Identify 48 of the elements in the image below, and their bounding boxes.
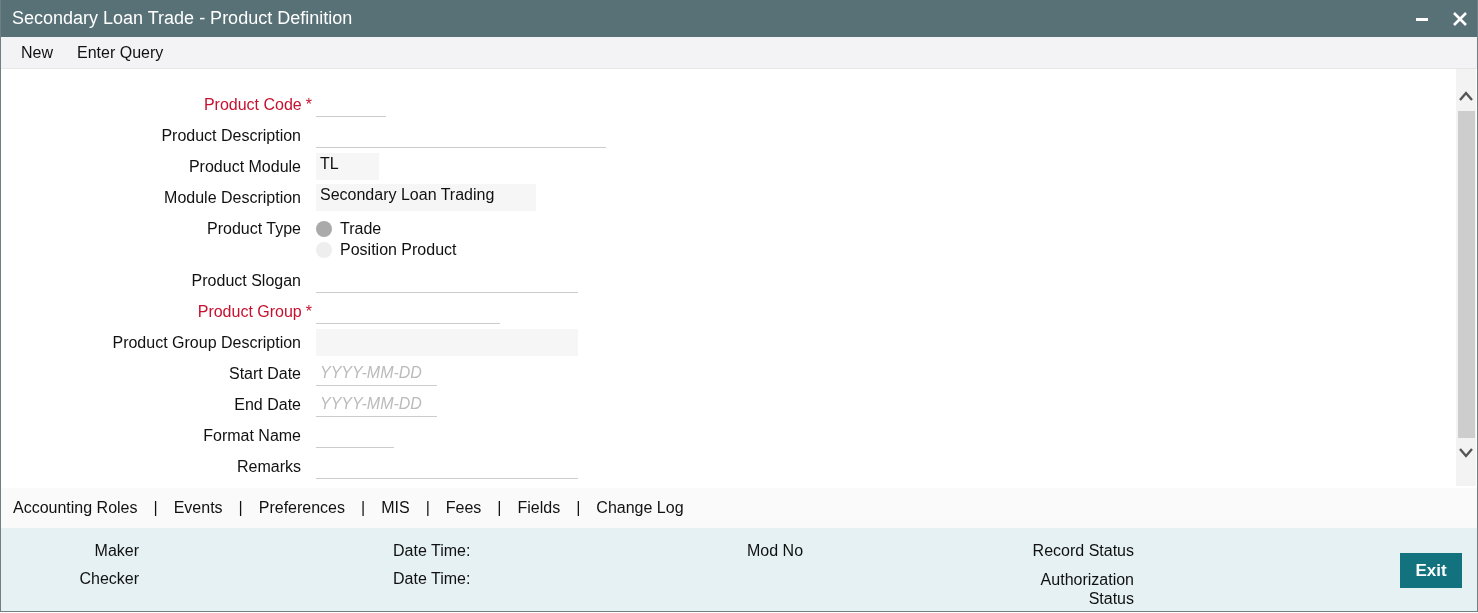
subsystem-link[interactable]: Change Log bbox=[596, 499, 684, 517]
subsystem-link[interactable]: Preferences bbox=[258, 499, 345, 517]
required-mark: * bbox=[305, 96, 312, 114]
audit-label: Date Time: bbox=[393, 570, 472, 589]
separator: | bbox=[497, 499, 502, 517]
readonly-field: TL bbox=[316, 153, 379, 180]
field-label: Remarks bbox=[237, 458, 301, 476]
audit-label: Date Time: bbox=[393, 542, 472, 560]
subsystem-link[interactable]: Events bbox=[173, 499, 223, 517]
audit-label: Record Status bbox=[1031, 542, 1134, 560]
scroll-up-icon[interactable] bbox=[1459, 91, 1473, 101]
field-label: Product Description bbox=[161, 127, 301, 145]
separator: | bbox=[238, 499, 243, 517]
subsystem-link[interactable]: Fees bbox=[445, 499, 482, 517]
subsystem-link[interactable]: MIS bbox=[381, 499, 410, 517]
radio-label: Trade bbox=[340, 219, 382, 238]
field-label: End Date bbox=[234, 396, 301, 414]
field-label: Product Module bbox=[188, 158, 301, 176]
field-label: Product Slogan bbox=[191, 272, 301, 290]
scrollbar[interactable] bbox=[1456, 69, 1476, 486]
separator: | bbox=[361, 499, 366, 517]
subsystem-link[interactable]: Fields bbox=[517, 499, 561, 517]
field-label: Module Description bbox=[164, 189, 301, 207]
field-label: Product Group Description bbox=[112, 334, 301, 352]
subsystem-link[interactable]: Accounting Roles bbox=[13, 499, 138, 517]
audit-label: Authorization Status bbox=[1039, 570, 1134, 608]
audit-label: Checker bbox=[78, 570, 139, 589]
field-label: Format Name bbox=[203, 427, 301, 445]
audit-label: Mod No bbox=[747, 542, 805, 560]
separator: | bbox=[153, 499, 158, 517]
separator: | bbox=[425, 499, 430, 517]
window-title: Secondary Loan Trade - Product Definition bbox=[12, 8, 353, 29]
field-label: Product Group bbox=[197, 303, 302, 321]
readonly-field: Secondary Loan Trading bbox=[316, 184, 536, 211]
separator: | bbox=[576, 499, 581, 517]
radio-label: Position Product bbox=[340, 240, 457, 259]
field-label: Start Date bbox=[228, 365, 301, 383]
field-label: Product Code bbox=[203, 96, 302, 114]
toolbar-button[interactable]: New bbox=[9, 39, 65, 66]
exit-button[interactable]: Exit bbox=[1400, 553, 1462, 588]
audit-label: Maker bbox=[93, 542, 139, 560]
radio-button[interactable] bbox=[316, 220, 332, 237]
toolbar-button[interactable]: Enter Query bbox=[65, 39, 176, 66]
scroll-down-icon[interactable] bbox=[1459, 448, 1473, 458]
close-icon[interactable] bbox=[1453, 11, 1467, 26]
field-label: Product Type bbox=[207, 220, 301, 238]
scroll-thumb[interactable] bbox=[1457, 111, 1475, 438]
required-mark: * bbox=[305, 303, 312, 321]
